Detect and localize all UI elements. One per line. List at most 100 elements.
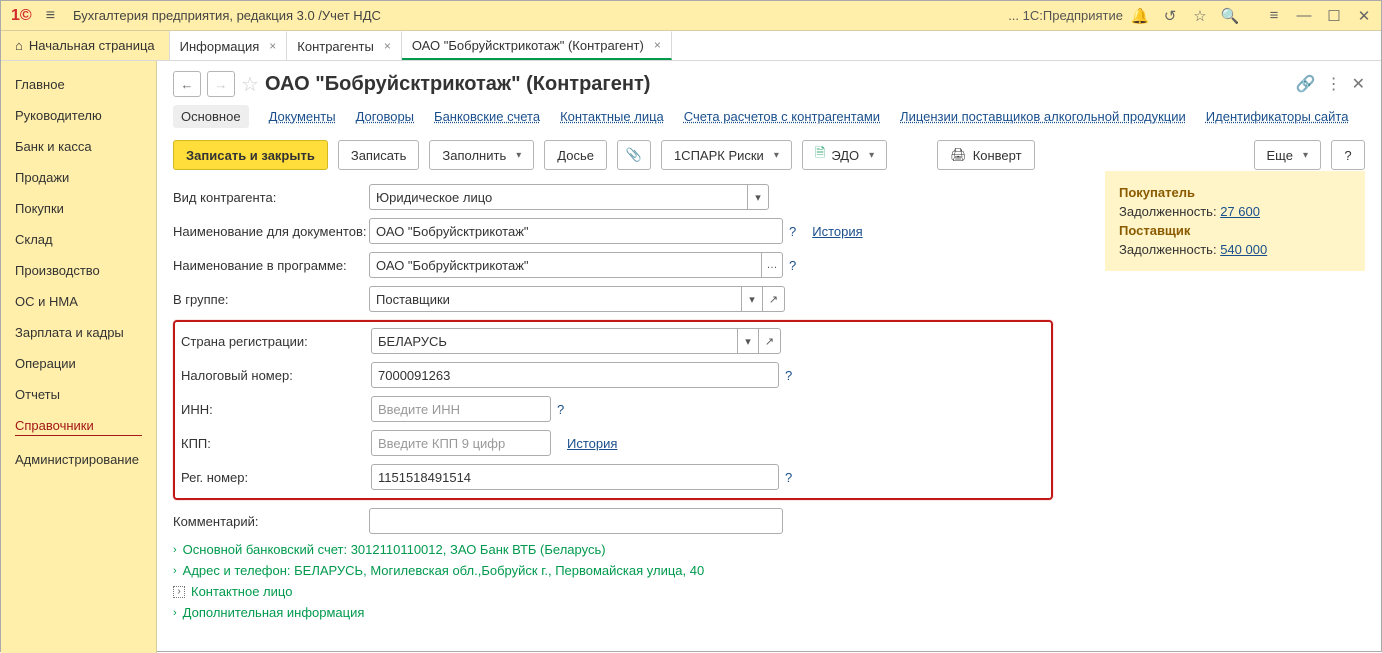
settings-icon[interactable]: ≡ — [1261, 3, 1287, 29]
titlebar: 1© ≡ Бухгалтерия предприятия, редакция 3… — [1, 1, 1381, 31]
help-icon[interactable]: ? — [557, 402, 564, 417]
chevron-down-icon: ▾ — [869, 150, 874, 161]
chevron-down-icon: ▾ — [516, 150, 521, 161]
open-icon[interactable]: ↗ — [763, 286, 785, 312]
formnav-contacts[interactable]: Контактные лица — [560, 109, 664, 124]
dropdown-icon[interactable]: ▾ — [737, 328, 759, 354]
counterparty-form: Вид контрагента: ▾ Наименование для доку… — [173, 184, 1053, 620]
save-close-button[interactable]: Записать и закрыть — [173, 140, 328, 170]
close-window-icon[interactable]: ✕ — [1351, 3, 1377, 29]
page-header: ← → ☆ ОАО "Бобруйсктрикотаж" (Контрагент… — [173, 71, 1365, 97]
history-link[interactable]: История — [567, 436, 617, 451]
expand-icon[interactable]: … — [761, 252, 783, 278]
spark-risks-button[interactable]: 1СПАРК Риски▾ — [661, 140, 792, 170]
tab-label: ОАО "Бобруйсктрикотаж" (Контрагент) — [412, 38, 644, 53]
group-label: В группе: — [173, 292, 369, 307]
doc-name-input[interactable] — [369, 218, 783, 244]
open-icon[interactable]: ↗ — [759, 328, 781, 354]
edo-button[interactable]: 🗎ЭДО▾ — [802, 140, 887, 170]
star-icon[interactable]: ☆ — [1187, 3, 1213, 29]
formnav-main[interactable]: Основное — [173, 105, 249, 128]
help-icon[interactable]: ? — [789, 224, 796, 239]
help-icon[interactable]: ? — [785, 470, 792, 485]
sidebar-item-bank[interactable]: Банк и касса — [1, 131, 156, 162]
envelope-button[interactable]: 🖨Конверт — [937, 140, 1034, 170]
link-icon[interactable]: 🔗 — [1296, 74, 1316, 94]
kpp-label: КПП: — [181, 436, 371, 451]
sidebar-item-admin[interactable]: Администрирование — [1, 444, 156, 475]
expand-contact[interactable]: › Контактное лицо — [173, 584, 1053, 599]
form-nav: Основное Документы Договоры Банковские с… — [173, 105, 1365, 128]
sidebar-item-sales[interactable]: Продажи — [1, 162, 156, 193]
tab-label: Контрагенты — [297, 39, 374, 54]
page-title: ОАО "Бобруйсктрикотаж" (Контрагент) — [265, 73, 650, 96]
nav-back-button[interactable]: ← — [173, 71, 201, 97]
save-button[interactable]: Записать — [338, 140, 420, 170]
formnav-licenses[interactable]: Лицензии поставщиков алкогольной продукц… — [900, 109, 1186, 124]
sidebar-item-purchases[interactable]: Покупки — [1, 193, 156, 224]
country-input[interactable] — [371, 328, 737, 354]
sidebar-item-operations[interactable]: Операции — [1, 348, 156, 379]
search-icon[interactable]: 🔍 — [1217, 3, 1243, 29]
reg-input[interactable] — [371, 464, 779, 490]
help-button[interactable]: ? — [1331, 140, 1365, 170]
home-tab-label: Начальная страница — [29, 38, 155, 53]
expand-address[interactable]: › Адрес и телефон: БЕЛАРУСЬ, Могилевская… — [173, 563, 1053, 578]
menu-icon[interactable]: ⋮ — [1326, 74, 1342, 94]
chevron-right-icon: › — [173, 565, 177, 577]
favorite-icon[interactable]: ☆ — [241, 72, 259, 97]
main-menu-icon[interactable]: ≡ — [38, 7, 63, 25]
sidebar-item-directories[interactable]: Справочники — [1, 410, 156, 444]
comment-input[interactable] — [369, 508, 783, 534]
supplier-debt-link[interactable]: 540 000 — [1220, 242, 1267, 257]
fill-button[interactable]: Заполнить▾ — [429, 140, 534, 170]
nav-forward-button[interactable]: → — [207, 71, 235, 97]
maximize-icon[interactable]: ☐ — [1321, 3, 1347, 29]
close-form-icon[interactable]: ✕ — [1352, 74, 1365, 94]
expand-other[interactable]: › Дополнительная информация — [173, 605, 1053, 620]
dropdown-icon[interactable]: ▾ — [747, 184, 769, 210]
help-icon[interactable]: ? — [785, 368, 792, 383]
sidebar-item-reports[interactable]: Отчеты — [1, 379, 156, 410]
minimize-icon[interactable]: — — [1291, 3, 1317, 29]
kpp-input[interactable] — [371, 430, 551, 456]
tab-counterparties[interactable]: Контрагенты × — [287, 31, 402, 60]
history-icon[interactable]: ↺ — [1157, 3, 1183, 29]
sidebar-item-payroll[interactable]: Зарплата и кадры — [1, 317, 156, 348]
taxnum-input[interactable] — [371, 362, 779, 388]
sidebar-item-manager[interactable]: Руководителю — [1, 100, 156, 131]
attach-button[interactable]: 📎 — [617, 140, 651, 170]
tab-counterparty-form[interactable]: ОАО "Бобруйсктрикотаж" (Контрагент) × — [402, 31, 672, 60]
close-tab-icon[interactable]: × — [650, 38, 661, 52]
formnav-contracts[interactable]: Договоры — [356, 109, 414, 124]
chevron-right-icon: › — [173, 586, 185, 598]
bell-icon[interactable]: 🔔 — [1127, 3, 1153, 29]
type-label: Вид контрагента: — [173, 190, 369, 205]
close-tab-icon[interactable]: × — [265, 39, 276, 53]
sidebar-item-production[interactable]: Производство — [1, 255, 156, 286]
home-tab[interactable]: ⌂ Начальная страница — [1, 31, 170, 60]
registration-section: Страна регистрации: ▾ ↗ Налоговый номер:… — [173, 320, 1053, 500]
sidebar-item-warehouse[interactable]: Склад — [1, 224, 156, 255]
expand-bank-account[interactable]: › Основной банковский счет: 301211011001… — [173, 542, 1053, 557]
prog-name-input[interactable] — [369, 252, 761, 278]
dossier-button[interactable]: Досье — [544, 140, 607, 170]
buyer-debt-link[interactable]: 27 600 — [1220, 204, 1260, 219]
sidebar-item-main[interactable]: Главное — [1, 69, 156, 100]
more-button[interactable]: Еще▾ — [1254, 140, 1321, 170]
history-link[interactable]: История — [812, 224, 862, 239]
inn-input[interactable] — [371, 396, 551, 422]
formnav-bank-accounts[interactable]: Банковские счета — [434, 109, 540, 124]
formnav-documents[interactable]: Документы — [269, 109, 336, 124]
attachment-icon: 📎 — [626, 147, 642, 163]
sidebar-item-assets[interactable]: ОС и НМА — [1, 286, 156, 317]
formnav-site-ids[interactable]: Идентификаторы сайта — [1206, 109, 1349, 124]
close-tab-icon[interactable]: × — [380, 39, 391, 53]
form-toolbar: Записать и закрыть Записать Заполнить▾ Д… — [173, 140, 1365, 170]
formnav-settlement-accounts[interactable]: Счета расчетов с контрагентами — [684, 109, 880, 124]
help-icon[interactable]: ? — [789, 258, 796, 273]
dropdown-icon[interactable]: ▾ — [741, 286, 763, 312]
group-input[interactable] — [369, 286, 741, 312]
tab-info[interactable]: Информация × — [170, 31, 288, 60]
type-input[interactable] — [369, 184, 747, 210]
